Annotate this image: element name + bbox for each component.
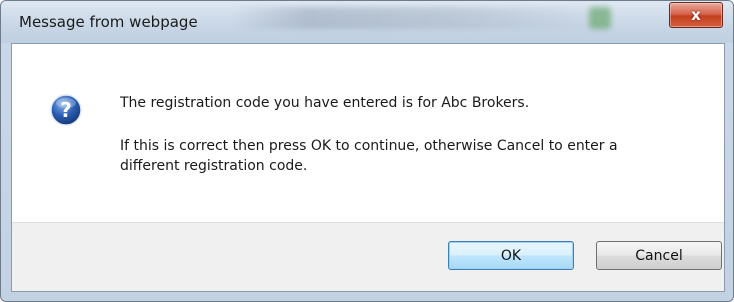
ok-button[interactable]: OK <box>448 241 574 270</box>
message-primary: The registration code you have entered i… <box>120 95 530 111</box>
message-secondary: If this is correct then press OK to cont… <box>120 138 618 174</box>
blurred-background <box>231 7 611 29</box>
question-icon: ? <box>50 94 82 126</box>
window-title: Message from webpage <box>19 13 198 31</box>
cancel-button[interactable]: Cancel <box>596 241 722 270</box>
svg-text:?: ? <box>60 98 72 122</box>
close-button[interactable]: x <box>669 2 723 28</box>
title-bar[interactable]: Message from webpage x <box>1 1 733 43</box>
dialog-window: Message from webpage x ? The registratio… <box>0 0 734 302</box>
message-area: ? The registration code you have entered… <box>12 44 724 222</box>
close-icon: x <box>691 6 701 24</box>
dialog-body: ? The registration code you have entered… <box>11 43 725 292</box>
blurred-background-icon <box>589 7 611 29</box>
button-bar: OK Cancel <box>12 222 724 291</box>
